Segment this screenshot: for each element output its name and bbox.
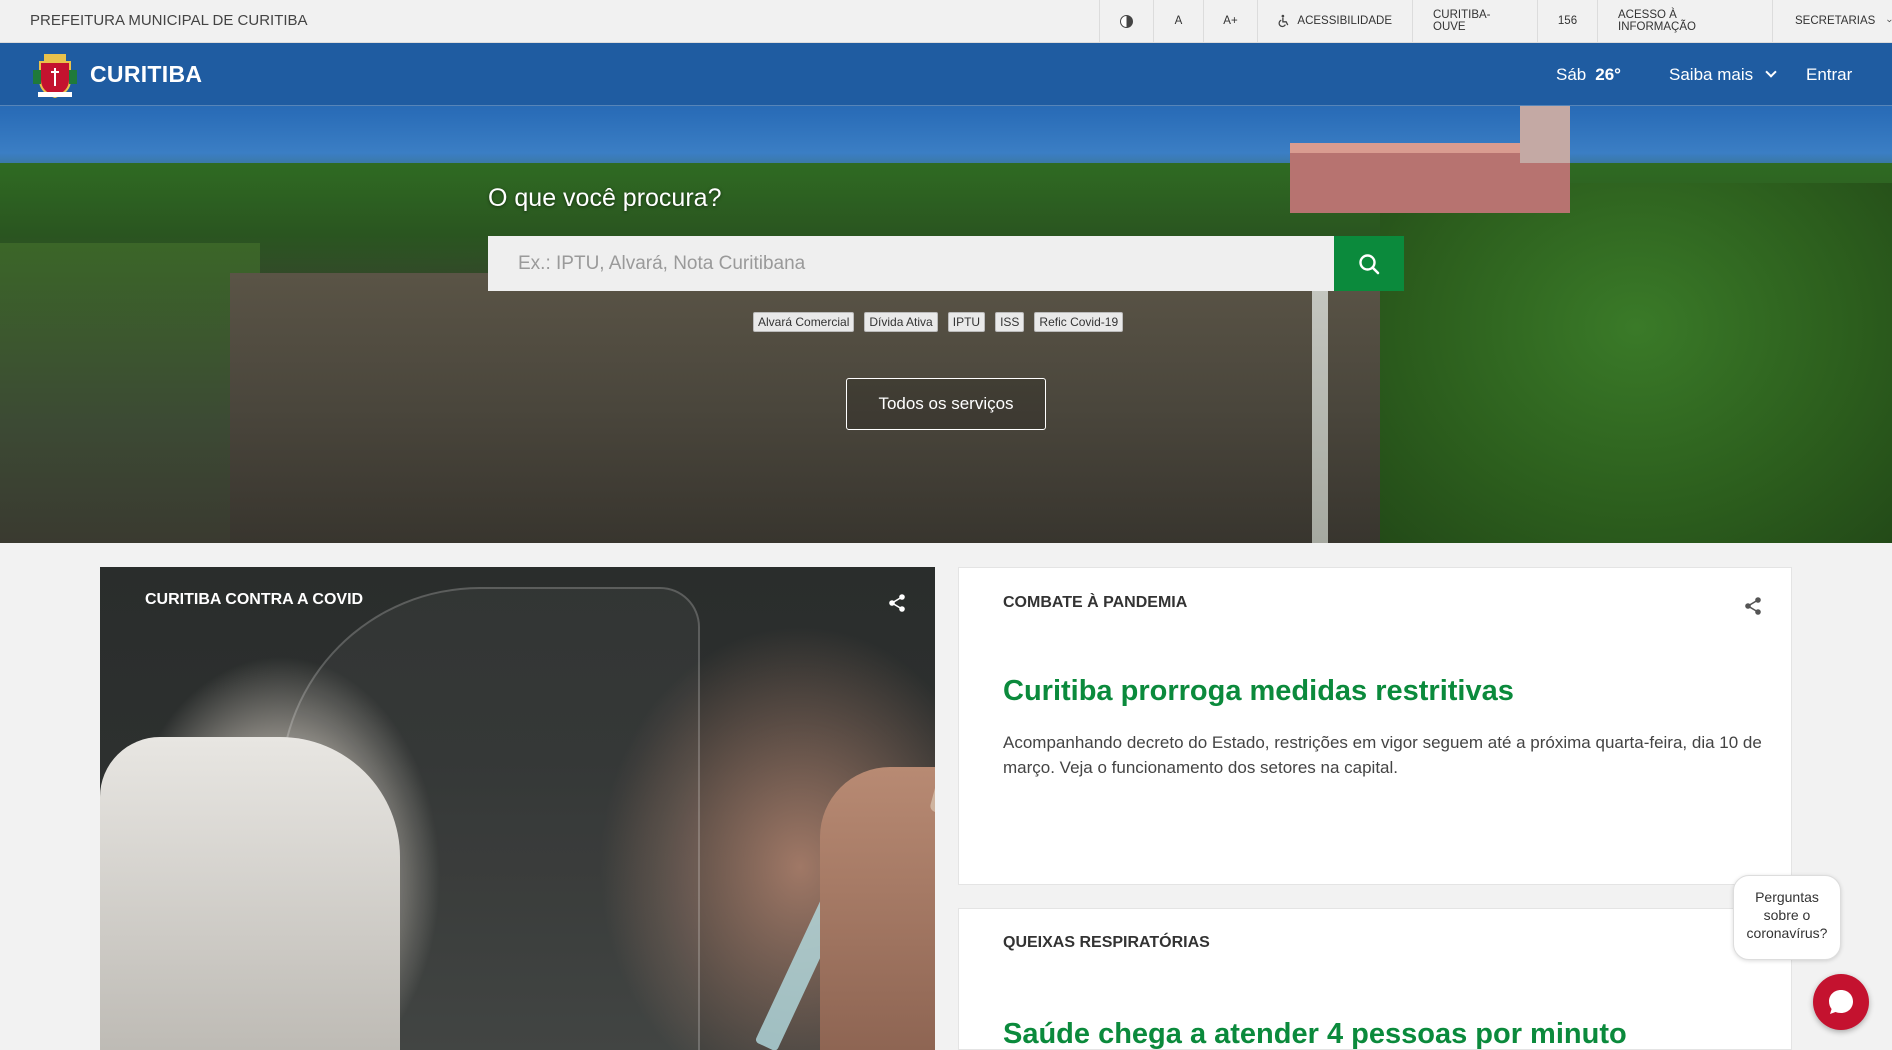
contrast-toggle[interactable] xyxy=(1099,0,1153,42)
news-category: QUEIXAS RESPIRATÓRIAS xyxy=(1003,934,1210,951)
hero-tower xyxy=(1520,103,1570,163)
contrast-icon xyxy=(1120,14,1133,28)
share-icon[interactable] xyxy=(1743,596,1763,616)
photo-face-mask xyxy=(100,737,400,1050)
wheelchair-icon xyxy=(1278,14,1289,28)
quick-tag[interactable]: IPTU xyxy=(947,312,986,332)
font-decrease-button[interactable]: A xyxy=(1153,0,1203,42)
news-card[interactable]: QUEIXAS RESPIRATÓRIAS Saúde chega a aten… xyxy=(958,908,1792,1050)
weather-temp: 26° xyxy=(1595,65,1621,84)
news-description: Acompanhando decreto do Estado, restriçõ… xyxy=(1003,733,1762,777)
chevron-down-icon xyxy=(1765,66,1777,78)
search-title: O que você procura? xyxy=(488,184,722,212)
org-name[interactable]: PREFEITURA MUNICIPAL DE CURITIBA xyxy=(30,0,308,42)
accessibility-link[interactable]: ACESSIBILIDADE xyxy=(1257,0,1412,42)
share-icon[interactable] xyxy=(887,593,907,613)
chat-prompt-bubble[interactable]: Perguntas sobre o coronavírus? xyxy=(1733,875,1841,960)
utility-bar: PREFEITURA MUNICIPAL DE CURITIBA A A+ AC… xyxy=(0,0,1892,43)
hero-trees-right xyxy=(1380,183,1892,543)
font-increase-button[interactable]: A+ xyxy=(1203,0,1257,42)
hero-banner xyxy=(0,43,1892,543)
chat-icon xyxy=(1829,990,1853,1014)
featured-covid-card[interactable] xyxy=(100,567,935,1050)
quick-tags: Alvará Comercial Dívida Ativa IPTU ISS R… xyxy=(753,312,1124,332)
login-link[interactable]: Entrar xyxy=(1806,43,1852,106)
quick-tag[interactable]: Alvará Comercial xyxy=(753,312,855,332)
chevron-down-icon xyxy=(1887,19,1892,23)
utility-links: A A+ ACESSIBILIDADE CURITIBA-OUVE 156 AC… xyxy=(1099,0,1892,42)
brand-name[interactable]: CURITIBA xyxy=(90,43,202,106)
news-category: COMBATE À PANDEMIA xyxy=(1003,594,1188,611)
saiba-mais-menu[interactable]: Saiba mais xyxy=(1669,43,1777,106)
all-services-button[interactable]: Todos os serviços xyxy=(846,378,1046,430)
departments-label: SECRETARIAS xyxy=(1795,15,1876,27)
departments-dropdown[interactable]: SECRETARIAS xyxy=(1772,0,1892,42)
phone-156-link[interactable]: 156 xyxy=(1537,0,1597,42)
hero-waterfall xyxy=(1312,283,1328,543)
weather-widget: Sáb 26° xyxy=(1556,43,1621,106)
coat-of-arms-logo[interactable] xyxy=(30,50,80,100)
quick-tag[interactable]: ISS xyxy=(995,312,1025,332)
search-button[interactable] xyxy=(1334,236,1404,291)
info-access-link[interactable]: ACESSO À INFORMAÇÃO xyxy=(1597,0,1772,42)
chat-button[interactable] xyxy=(1813,974,1869,1030)
curitiba-ouve-link[interactable]: CURITIBA-OUVE xyxy=(1412,0,1537,42)
news-card[interactable]: COMBATE À PANDEMIA Curitiba prorroga med… xyxy=(958,567,1792,885)
news-title[interactable]: Curitiba prorroga medidas restritivas xyxy=(1003,675,1514,708)
search-icon xyxy=(1359,253,1380,274)
hero-trees-left xyxy=(0,243,260,543)
main-header: CURITIBA Sáb 26° Saiba mais Entrar xyxy=(0,43,1892,106)
saiba-mais-label: Saiba mais xyxy=(1669,65,1754,84)
photo-hand xyxy=(820,767,935,1050)
quick-tag[interactable]: Refic Covid-19 xyxy=(1034,312,1124,332)
search-input[interactable] xyxy=(488,236,1334,291)
accessibility-label: ACESSIBILIDADE xyxy=(1297,15,1392,27)
featured-label[interactable]: CURITIBA CONTRA A COVID xyxy=(145,591,363,609)
news-title[interactable]: Saúde chega a atender 4 pessoas por minu… xyxy=(1003,1018,1627,1050)
quick-tag[interactable]: Dívida Ativa xyxy=(864,312,938,332)
weather-day: Sáb xyxy=(1556,65,1587,84)
